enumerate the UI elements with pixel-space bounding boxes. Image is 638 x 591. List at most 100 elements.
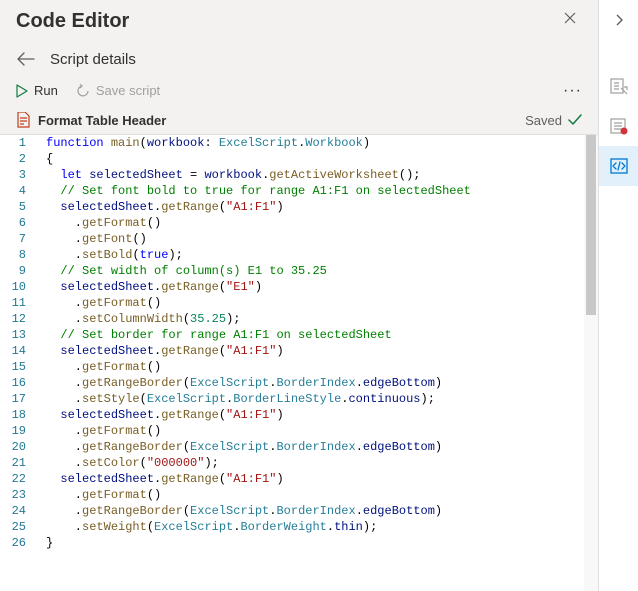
- code-text[interactable]: .getFormat(): [36, 487, 471, 503]
- saved-label: Saved: [525, 113, 562, 128]
- line-number: 16: [0, 375, 36, 391]
- code-editor-icon: [610, 158, 628, 174]
- code-line[interactable]: 5 selectedSheet.getRange("A1:F1"): [0, 199, 471, 215]
- code-text[interactable]: .getRangeBorder(ExcelScript.BorderIndex.…: [36, 439, 471, 455]
- code-text[interactable]: .getFormat(): [36, 359, 471, 375]
- line-number: 11: [0, 295, 36, 311]
- rail-code-editor-button[interactable]: [599, 146, 638, 186]
- code-text[interactable]: .getRangeBorder(ExcelScript.BorderIndex.…: [36, 503, 471, 519]
- line-number: 6: [0, 215, 36, 231]
- code-line[interactable]: 16 .getRangeBorder(ExcelScript.BorderInd…: [0, 375, 471, 391]
- code-content[interactable]: 1function main(workbook: ExcelScript.Wor…: [0, 135, 471, 551]
- script-name: Format Table Header: [38, 113, 166, 128]
- line-number: 22: [0, 471, 36, 487]
- code-line[interactable]: 24 .getRangeBorder(ExcelScript.BorderInd…: [0, 503, 471, 519]
- code-line[interactable]: 22 selectedSheet.getRange("A1:F1"): [0, 471, 471, 487]
- code-text[interactable]: // Set border for range A1:F1 on selecte…: [36, 327, 471, 343]
- sheet-link-icon: [610, 77, 628, 95]
- run-button[interactable]: Run: [16, 83, 58, 98]
- code-line[interactable]: 23 .getFormat(): [0, 487, 471, 503]
- line-number: 7: [0, 231, 36, 247]
- line-number: 8: [0, 247, 36, 263]
- code-text[interactable]: .getFont(): [36, 231, 471, 247]
- line-number: 5: [0, 199, 36, 215]
- code-text[interactable]: .getFormat(): [36, 295, 471, 311]
- line-number: 4: [0, 183, 36, 199]
- code-line[interactable]: 19 .getFormat(): [0, 423, 471, 439]
- line-number: 25: [0, 519, 36, 535]
- code-text[interactable]: .getRangeBorder(ExcelScript.BorderIndex.…: [36, 375, 471, 391]
- play-icon: [16, 84, 28, 98]
- record-icon: [610, 117, 628, 135]
- check-icon: [568, 114, 582, 126]
- code-text[interactable]: }: [36, 535, 471, 551]
- code-line[interactable]: 25 .setWeight(ExcelScript.BorderWeight.t…: [0, 519, 471, 535]
- code-text[interactable]: // Set font bold to true for range A1:F1…: [36, 183, 471, 199]
- code-text[interactable]: .setWeight(ExcelScript.BorderWeight.thin…: [36, 519, 471, 535]
- saved-status: Saved: [525, 113, 582, 128]
- code-text[interactable]: // Set width of column(s) E1 to 35.25: [36, 263, 471, 279]
- code-line[interactable]: 9 // Set width of column(s) E1 to 35.25: [0, 263, 471, 279]
- code-line[interactable]: 11 .getFormat(): [0, 295, 471, 311]
- code-text[interactable]: selectedSheet.getRange("E1"): [36, 279, 471, 295]
- code-line[interactable]: 4 // Set font bold to true for range A1:…: [0, 183, 471, 199]
- close-button[interactable]: [558, 6, 582, 30]
- code-line[interactable]: 10 selectedSheet.getRange("E1"): [0, 279, 471, 295]
- code-line[interactable]: 1function main(workbook: ExcelScript.Wor…: [0, 135, 471, 151]
- code-line[interactable]: 8 .setBold(true);: [0, 247, 471, 263]
- rail-record-button[interactable]: [599, 106, 638, 146]
- code-line[interactable]: 21 .setColor("000000");: [0, 455, 471, 471]
- line-number: 12: [0, 311, 36, 327]
- code-text[interactable]: selectedSheet.getRange("A1:F1"): [36, 343, 471, 359]
- code-line[interactable]: 15 .getFormat(): [0, 359, 471, 375]
- code-line[interactable]: 13 // Set border for range A1:F1 on sele…: [0, 327, 471, 343]
- code-text[interactable]: {: [36, 151, 471, 167]
- line-number: 17: [0, 391, 36, 407]
- line-number: 26: [0, 535, 36, 551]
- more-button[interactable]: ···: [563, 82, 582, 100]
- scrollbar-thumb[interactable]: [586, 135, 596, 315]
- code-text[interactable]: selectedSheet.getRange("A1:F1"): [36, 407, 471, 423]
- line-number: 24: [0, 503, 36, 519]
- run-label: Run: [34, 83, 58, 98]
- code-line[interactable]: 14 selectedSheet.getRange("A1:F1"): [0, 343, 471, 359]
- code-text[interactable]: .setColor("000000");: [36, 455, 471, 471]
- code-text[interactable]: .setStyle(ExcelScript.BorderLineStyle.co…: [36, 391, 471, 407]
- code-line[interactable]: 12 .setColumnWidth(35.25);: [0, 311, 471, 327]
- vertical-scrollbar[interactable]: [584, 135, 598, 591]
- line-number: 20: [0, 439, 36, 455]
- code-text[interactable]: .getFormat(): [36, 423, 471, 439]
- rail-sheet-link-button[interactable]: [599, 66, 638, 106]
- code-editor-area[interactable]: 1function main(workbook: ExcelScript.Wor…: [0, 135, 598, 591]
- line-number: 19: [0, 423, 36, 439]
- code-line[interactable]: 2{: [0, 151, 471, 167]
- panel-header: Code Editor: [0, 0, 598, 39]
- code-text[interactable]: selectedSheet.getRange("A1:F1"): [36, 471, 471, 487]
- code-text[interactable]: .getFormat(): [36, 215, 471, 231]
- toolbar: Run Save script ···: [0, 79, 598, 106]
- line-number: 21: [0, 455, 36, 471]
- back-button[interactable]: [16, 49, 36, 69]
- code-line[interactable]: 7 .getFont(): [0, 231, 471, 247]
- code-text[interactable]: function main(workbook: ExcelScript.Work…: [36, 135, 471, 151]
- line-number: 23: [0, 487, 36, 503]
- code-text[interactable]: selectedSheet.getRange("A1:F1"): [36, 199, 471, 215]
- code-text[interactable]: let selectedSheet = workbook.getActiveWo…: [36, 167, 471, 183]
- save-script-button[interactable]: Save script: [76, 83, 160, 98]
- breadcrumb-row: Script details: [0, 39, 598, 79]
- right-rail: [598, 0, 638, 591]
- code-line[interactable]: 26}: [0, 535, 471, 551]
- line-number: 15: [0, 359, 36, 375]
- line-number: 14: [0, 343, 36, 359]
- code-line[interactable]: 3 let selectedSheet = workbook.getActive…: [0, 167, 471, 183]
- code-text[interactable]: .setColumnWidth(35.25);: [36, 311, 471, 327]
- code-editor-panel: Code Editor Script details Run Save scri…: [0, 0, 598, 591]
- script-icon: [16, 112, 30, 128]
- code-text[interactable]: .setBold(true);: [36, 247, 471, 263]
- code-line[interactable]: 17 .setStyle(ExcelScript.BorderLineStyle…: [0, 391, 471, 407]
- close-icon: [564, 12, 576, 24]
- code-line[interactable]: 18 selectedSheet.getRange("A1:F1"): [0, 407, 471, 423]
- rail-expand-button[interactable]: [599, 0, 638, 40]
- code-line[interactable]: 20 .getRangeBorder(ExcelScript.BorderInd…: [0, 439, 471, 455]
- code-line[interactable]: 6 .getFormat(): [0, 215, 471, 231]
